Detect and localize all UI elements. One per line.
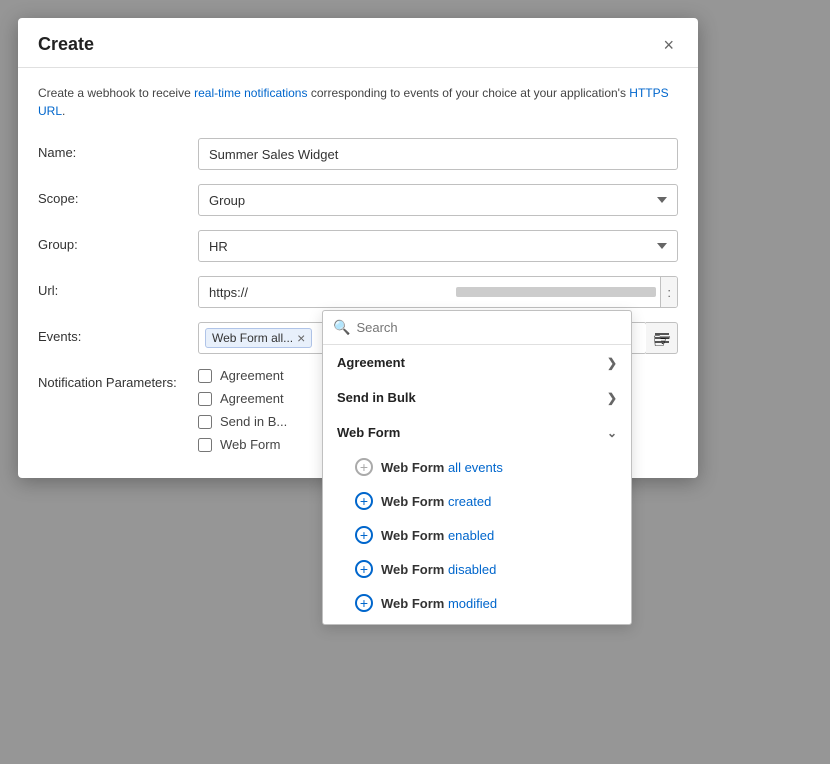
item-bold-modified: Web Form xyxy=(381,596,444,611)
notif-item-2-label: Agreement xyxy=(220,391,284,406)
plus-icon-modified: + xyxy=(355,594,373,612)
notif-item-4-label: Web Form xyxy=(220,437,280,452)
dropdown-list: Agreement ❯ Send in Bulk ❯ Web Form ⌄ + … xyxy=(323,345,631,620)
desc-text-3: . xyxy=(62,104,65,118)
dropdown-item-modified[interactable]: + Web Form modified xyxy=(323,586,631,620)
modal-header: Create × xyxy=(18,18,698,68)
item-rest-created: created xyxy=(448,494,491,509)
category-agreement-arrow: ❯ xyxy=(607,356,617,370)
item-text-modified: Web Form modified xyxy=(381,596,497,611)
notif-checkbox-3[interactable] xyxy=(198,415,212,429)
bar-3 xyxy=(655,341,669,343)
bar-1 xyxy=(655,333,669,335)
events-label: Events: xyxy=(38,322,198,344)
item-bold-all-events: Web Form xyxy=(381,460,444,475)
name-label: Name: xyxy=(38,138,198,160)
events-dropdown-button[interactable] xyxy=(646,322,678,354)
notif-checkbox-2[interactable] xyxy=(198,392,212,406)
events-tag: Web Form all... × xyxy=(205,328,312,348)
item-text-disabled: Web Form disabled xyxy=(381,562,496,577)
notif-checkbox-list: Agreement Agreement Send in B... Web For… xyxy=(198,368,287,452)
category-web-form[interactable]: Web Form ⌄ xyxy=(323,415,631,450)
plus-icon-all-events: + xyxy=(355,458,373,476)
item-rest-disabled: disabled xyxy=(448,562,496,577)
url-label: Url: xyxy=(38,276,198,298)
notif-item-3[interactable]: Send in B... xyxy=(198,414,287,429)
name-input[interactable] xyxy=(198,138,678,170)
item-rest-enabled: enabled xyxy=(448,528,494,543)
url-input[interactable] xyxy=(199,277,456,307)
dropdown-item-enabled[interactable]: + Web Form enabled xyxy=(323,518,631,552)
item-text-created: Web Form created xyxy=(381,494,491,509)
scope-label: Scope: xyxy=(38,184,198,206)
category-send-in-bulk-arrow: ❯ xyxy=(607,391,617,405)
category-send-in-bulk-label: Send in Bulk xyxy=(337,390,416,405)
item-rest-modified: modified xyxy=(448,596,497,611)
item-bold-enabled: Web Form xyxy=(381,528,444,543)
events-tag-remove[interactable]: × xyxy=(297,331,305,345)
url-suffix: : xyxy=(660,277,677,307)
url-row: Url: : xyxy=(38,276,678,308)
category-web-form-label: Web Form xyxy=(337,425,400,440)
group-row: Group: HR IT Sales Marketing xyxy=(38,230,678,262)
close-button[interactable]: × xyxy=(659,36,678,54)
events-dropdown-panel: 🔍 Agreement ❯ Send in Bulk ❯ Web Form ⌄ … xyxy=(322,310,632,625)
dropdown-search-input[interactable] xyxy=(356,320,621,335)
scope-select[interactable]: Group Account User xyxy=(198,184,678,216)
notif-item-1-label: Agreement xyxy=(220,368,284,383)
category-agreement[interactable]: Agreement ❯ xyxy=(323,345,631,380)
notif-item-2[interactable]: Agreement xyxy=(198,391,287,406)
url-blurred xyxy=(456,287,656,297)
desc-text-1: Create a webhook to receive xyxy=(38,86,194,100)
bar-2 xyxy=(655,337,669,339)
item-bold-created: Web Form xyxy=(381,494,444,509)
category-web-form-arrow: ⌄ xyxy=(607,426,617,440)
events-tag-label: Web Form all... xyxy=(212,331,293,345)
item-bold-disabled: Web Form xyxy=(381,562,444,577)
notif-item-3-label: Send in B... xyxy=(220,414,287,429)
notif-label: Notification Parameters: xyxy=(38,368,198,390)
plus-icon-disabled: + xyxy=(355,560,373,578)
plus-icon-enabled: + xyxy=(355,526,373,544)
url-input-wrapper: : xyxy=(198,276,678,308)
notif-item-4[interactable]: Web Form xyxy=(198,437,287,452)
modal-description: Create a webhook to receive real-time no… xyxy=(38,84,678,120)
desc-text-2: corresponding to events of your choice a… xyxy=(307,86,629,100)
item-text-enabled: Web Form enabled xyxy=(381,528,494,543)
scope-row: Scope: Group Account User xyxy=(38,184,678,216)
modal-title: Create xyxy=(38,34,94,55)
search-icon: 🔍 xyxy=(333,319,350,336)
notif-checkbox-1[interactable] xyxy=(198,369,212,383)
plus-icon-created: + xyxy=(355,492,373,510)
dropdown-item-all-events[interactable]: + Web Form all events xyxy=(323,450,631,484)
dropdown-item-disabled[interactable]: + Web Form disabled xyxy=(323,552,631,586)
category-send-in-bulk[interactable]: Send in Bulk ❯ xyxy=(323,380,631,415)
category-agreement-label: Agreement xyxy=(337,355,405,370)
group-select[interactable]: HR IT Sales Marketing xyxy=(198,230,678,262)
dropdown-search-area: 🔍 xyxy=(323,311,631,345)
desc-link-1[interactable]: real-time notifications xyxy=(194,86,307,100)
name-row: Name: xyxy=(38,138,678,170)
item-text-all-events: Web Form all events xyxy=(381,460,503,475)
group-label: Group: xyxy=(38,230,198,252)
notif-checkbox-4[interactable] xyxy=(198,438,212,452)
dropdown-item-created[interactable]: + Web Form created xyxy=(323,484,631,518)
item-rest-all-events: all events xyxy=(448,460,503,475)
notif-item-1[interactable]: Agreement xyxy=(198,368,287,383)
